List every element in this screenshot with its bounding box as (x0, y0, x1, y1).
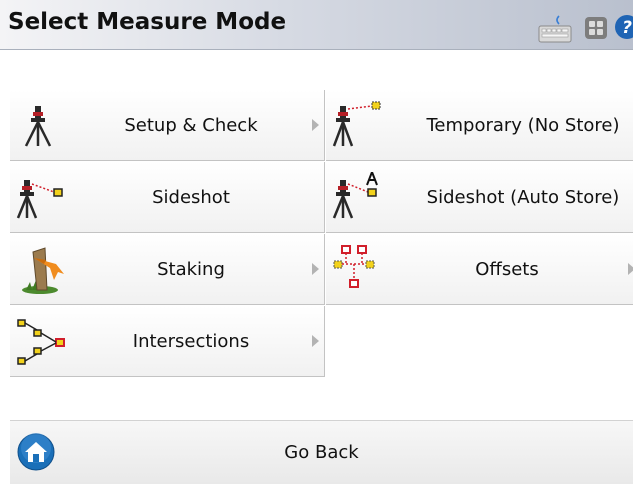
submenu-arrow-icon (628, 263, 633, 275)
setup-check-label: Setup & Check (124, 115, 258, 136)
offsets-icon (333, 245, 375, 288)
page-title: Select Measure Mode (8, 9, 287, 35)
temporary-no-store-button[interactable]: Temporary (No Store) (326, 90, 633, 161)
keyboard-icon[interactable] (537, 14, 573, 44)
intersections-label: Intersections (132, 331, 250, 352)
title-bar: Select Measure Mode ? (0, 0, 633, 50)
intersections-button[interactable]: Intersections (10, 306, 325, 377)
tripod-temporary-icon (332, 101, 381, 147)
help-icon[interactable]: ? (614, 14, 633, 40)
sideshot-auto-store-button[interactable]: Sideshot (Auto Store) (326, 162, 633, 233)
offsets-label: Offsets (475, 259, 539, 280)
tripod-sideshot-icon (16, 180, 63, 219)
setup-check-button[interactable]: Setup & Check (10, 90, 325, 161)
submenu-arrow-icon (312, 335, 319, 347)
submenu-arrow-icon (312, 263, 319, 275)
staking-button[interactable]: Staking (10, 234, 325, 305)
go-back-button[interactable]: Go Back (10, 420, 633, 484)
grid-icon[interactable] (584, 16, 608, 40)
tripod-icon (24, 106, 52, 147)
intersections-icon (17, 319, 65, 365)
go-back-label: Go Back (284, 442, 359, 463)
temporary-no-store-label: Temporary (No Store) (426, 115, 620, 136)
submenu-arrow-icon (312, 119, 319, 131)
offsets-button[interactable]: Offsets (326, 234, 633, 305)
sideshot-auto-store-label: Sideshot (Auto Store) (426, 187, 620, 208)
sideshot-label: Sideshot (152, 187, 230, 208)
sideshot-button[interactable]: Sideshot (10, 162, 325, 233)
stake-icon (22, 247, 64, 294)
tripod-auto-store-icon (332, 172, 378, 219)
staking-label: Staking (157, 259, 225, 280)
svg-text:?: ? (622, 18, 632, 38)
